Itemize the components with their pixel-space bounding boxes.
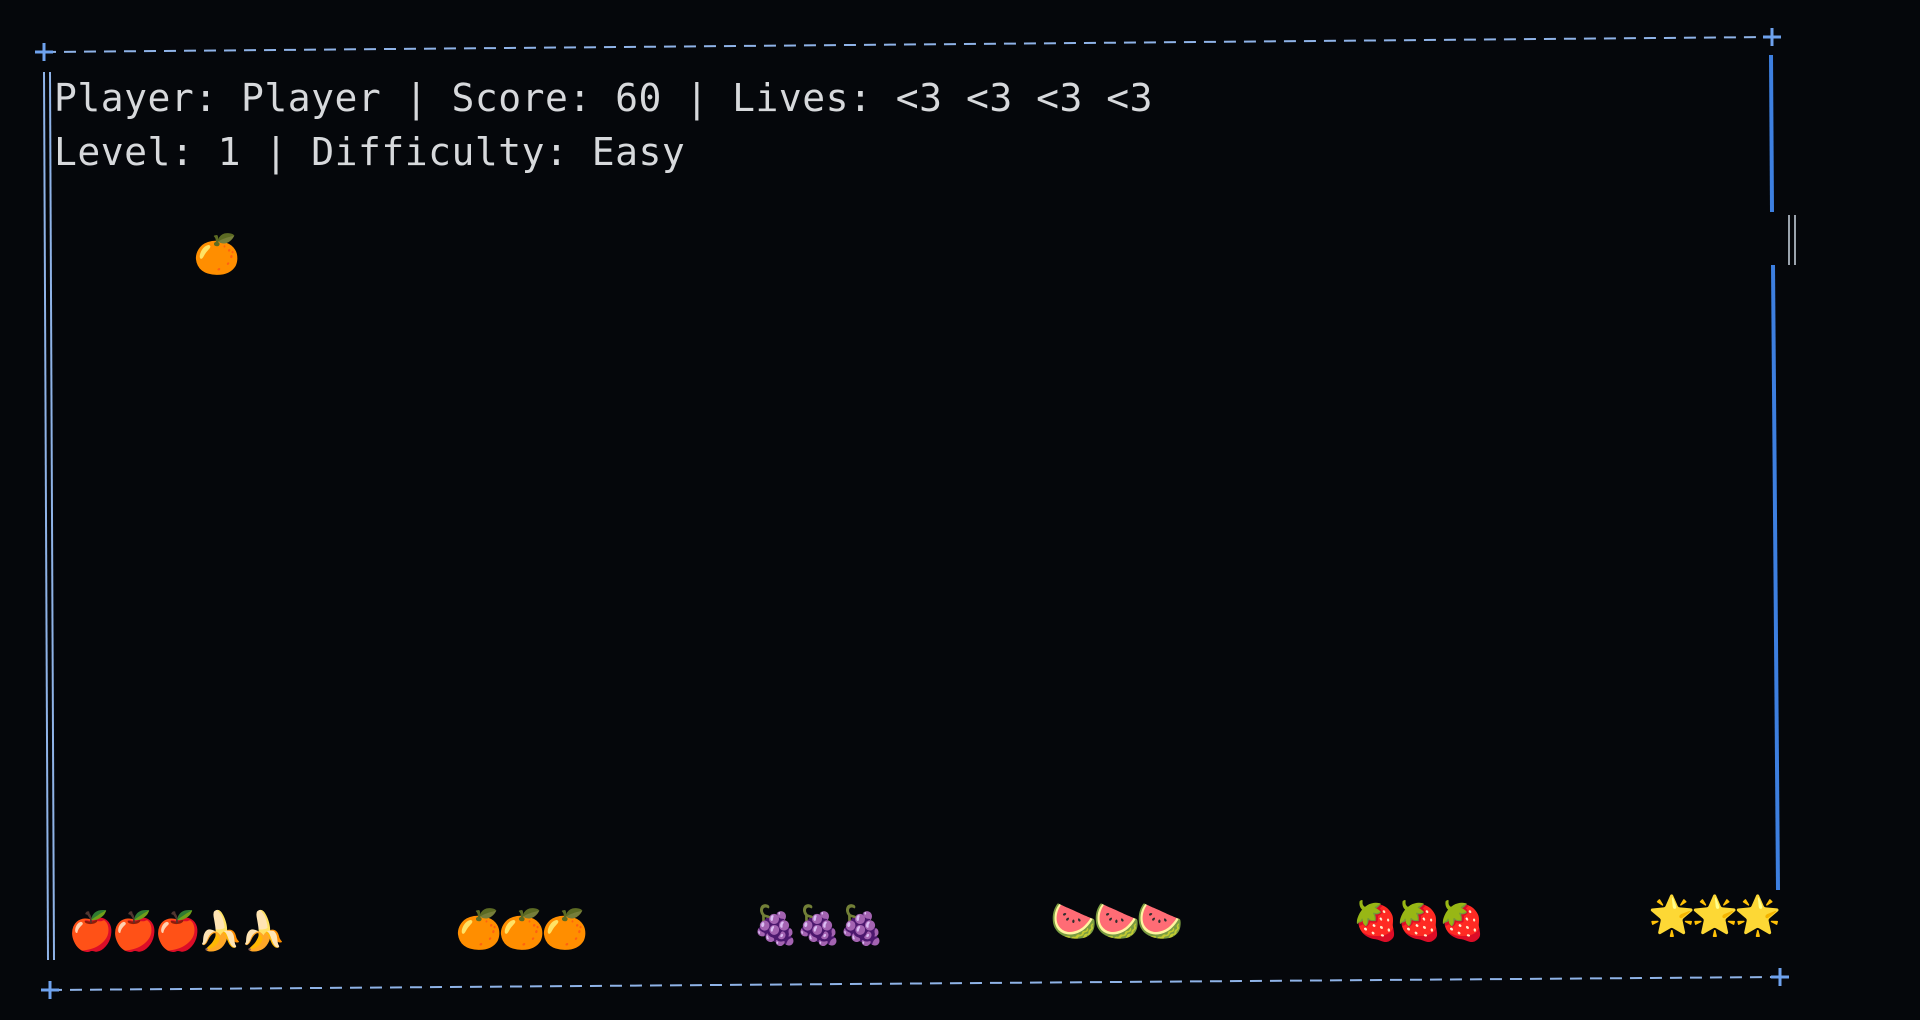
star-icon: 🌟 [1734,893,1782,937]
life-heart: <3 [965,76,1013,120]
scroll-handle [1788,215,1796,265]
separator: | [404,76,429,120]
banana-icon: 🍌 [196,909,244,953]
score-value: 60 [615,76,662,120]
grapes-icon: 🍇 [795,903,843,947]
apple-icon: 🍎 [68,909,116,953]
orange-icon: 🍊 [498,907,546,951]
apple-icon: 🍎 [111,909,159,953]
difficulty-label: Difficulty: [311,130,569,174]
star-icon: 🌟 [1691,893,1739,937]
score-label: Score: [451,76,592,120]
strawberry-icon: 🍓 [1395,899,1443,943]
separator: | [264,130,288,174]
player-label: Player: [54,76,218,120]
strawberry-icon: 🍓 [1438,899,1486,943]
game-board: Player: Player | Score: 60 | Lives: <3 <… [0,0,1920,1020]
bottom-border [49,976,1781,991]
watermelon-icon: 🍉 [1136,899,1184,943]
grapes-icon: 🍇 [752,903,800,947]
orange-icon: 🍊 [541,907,589,951]
life-heart: <3 [1036,76,1083,120]
star-icon: 🌟 [1648,893,1696,937]
separator: | [685,76,709,120]
banana-icon: 🍌 [239,909,287,953]
hud-stats-line: Player: Player | Score: 60 | Lives: <3 <… [54,76,1153,120]
level-value: 1 [217,130,242,174]
left-border [43,71,55,961]
falling-orange-icon: 🍊 [193,232,241,276]
life-heart: <3 [895,76,943,120]
level-label: Level: [54,130,195,174]
lives-label: Lives: [732,76,873,120]
orange-icon: 🍊 [455,907,503,951]
watermelon-icon: 🍉 [1093,899,1141,943]
strawberry-icon: 🍓 [1352,899,1400,943]
apple-icon: 🍎 [154,909,202,953]
grapes-icon: 🍇 [838,903,886,947]
top-border [43,36,1773,53]
hud-level-line: Level: 1 | Difficulty: Easy [54,130,685,174]
right-border [1769,54,1780,891]
watermelon-icon: 🍉 [1050,899,1098,943]
life-heart: <3 [1106,76,1154,120]
player-name: Player [241,76,382,120]
difficulty-value: Easy [591,130,686,174]
